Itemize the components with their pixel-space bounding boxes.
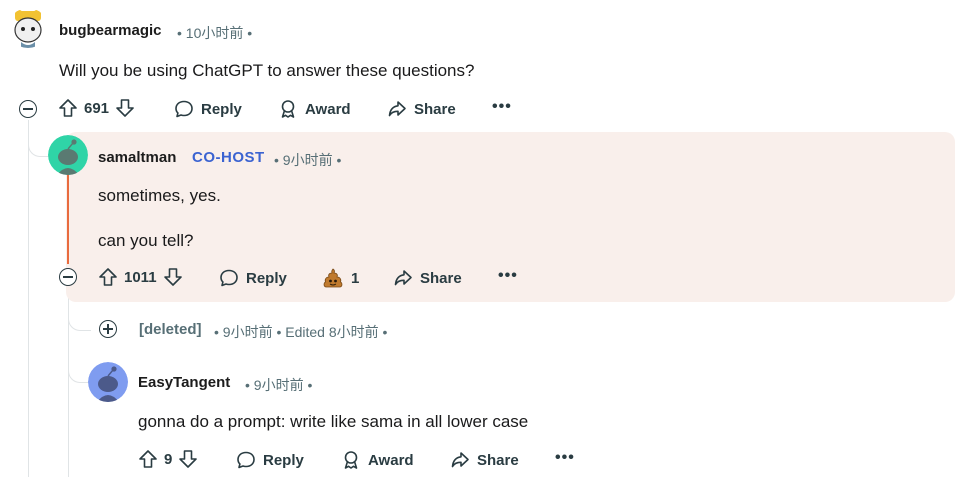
more-options-button[interactable]: ••• xyxy=(492,98,512,116)
comment-timestamp: • 10小时前 • xyxy=(177,25,253,41)
upvote-arrow-icon[interactable] xyxy=(98,267,118,287)
award-button[interactable]: Award xyxy=(341,450,414,470)
upvote-arrow-icon[interactable] xyxy=(138,449,158,469)
upvote-arrow-icon[interactable] xyxy=(58,98,78,118)
more-options-button[interactable]: ••• xyxy=(498,267,518,285)
speech-bubble-icon xyxy=(174,99,194,119)
reply-label: Reply xyxy=(201,100,242,118)
share-arrow-icon xyxy=(393,268,413,288)
share-arrow-icon xyxy=(387,99,407,119)
share-label: Share xyxy=(420,269,462,287)
cohost-accent-line xyxy=(67,170,69,264)
share-button[interactable]: Share xyxy=(393,268,462,288)
share-arrow-icon xyxy=(450,450,470,470)
downvote-arrow-icon[interactable] xyxy=(178,449,198,469)
vote-count: 1011 xyxy=(124,268,157,286)
expand-button[interactable] xyxy=(99,320,117,338)
reply-label: Reply xyxy=(246,269,287,287)
vote-group: 1011 xyxy=(98,267,183,287)
thread-connector xyxy=(68,300,91,331)
award-poop-icon xyxy=(322,267,344,289)
avatar-easytangent[interactable] xyxy=(88,362,128,402)
avatar-samaltman[interactable] xyxy=(48,135,88,175)
cohost-flair: CO-HOST xyxy=(192,149,265,166)
vote-group: 691 xyxy=(58,98,135,118)
downvote-arrow-icon[interactable] xyxy=(115,98,135,118)
collapse-button[interactable] xyxy=(59,268,77,286)
avatar-bugbearmagic[interactable] xyxy=(8,8,48,48)
share-button[interactable]: Share xyxy=(450,450,519,470)
reply-button[interactable]: Reply xyxy=(174,99,242,119)
award-button[interactable]: 1 xyxy=(322,267,359,289)
comment-body: Will you be using ChatGPT to answer thes… xyxy=(59,61,475,80)
share-label: Share xyxy=(414,100,456,118)
award-count: 1 xyxy=(351,269,360,287)
share-label: Share xyxy=(477,451,519,469)
comment-timestamp: • 9小时前 • xyxy=(245,377,313,393)
collapse-button[interactable] xyxy=(19,100,37,118)
vote-group: 9 xyxy=(138,449,198,469)
comment-body-line: sometimes, yes. xyxy=(98,186,221,205)
reply-button[interactable]: Reply xyxy=(219,268,287,288)
thread-connector xyxy=(68,330,91,383)
award-button[interactable]: Award xyxy=(278,99,351,119)
share-button[interactable]: Share xyxy=(387,99,456,119)
comment-timestamp: • 9小时前 • Edited 8小时前 • xyxy=(214,324,388,340)
comment-body-line: can you tell? xyxy=(98,231,194,250)
award-label: Award xyxy=(305,100,351,118)
award-label: Award xyxy=(368,451,414,469)
award-ribbon-icon xyxy=(341,450,361,470)
comment-username[interactable]: samaltman xyxy=(98,149,176,166)
reply-label: Reply xyxy=(263,451,304,469)
comment-username[interactable]: bugbearmagic xyxy=(59,22,162,39)
reply-button[interactable]: Reply xyxy=(236,450,304,470)
comment-username[interactable]: EasyTangent xyxy=(138,374,230,391)
speech-bubble-icon xyxy=(219,268,239,288)
thread-line-root xyxy=(28,120,29,477)
award-ribbon-icon xyxy=(278,99,298,119)
comment-body: gonna do a prompt: write like sama in al… xyxy=(138,412,529,431)
downvote-arrow-icon[interactable] xyxy=(163,267,183,287)
vote-count: 691 xyxy=(84,99,110,117)
comment-timestamp: • 9小时前 • xyxy=(274,152,342,168)
vote-count: 9 xyxy=(164,450,173,468)
speech-bubble-icon xyxy=(236,450,256,470)
more-options-button[interactable]: ••• xyxy=(555,449,575,467)
comment-username-deleted: [deleted] xyxy=(139,321,202,338)
